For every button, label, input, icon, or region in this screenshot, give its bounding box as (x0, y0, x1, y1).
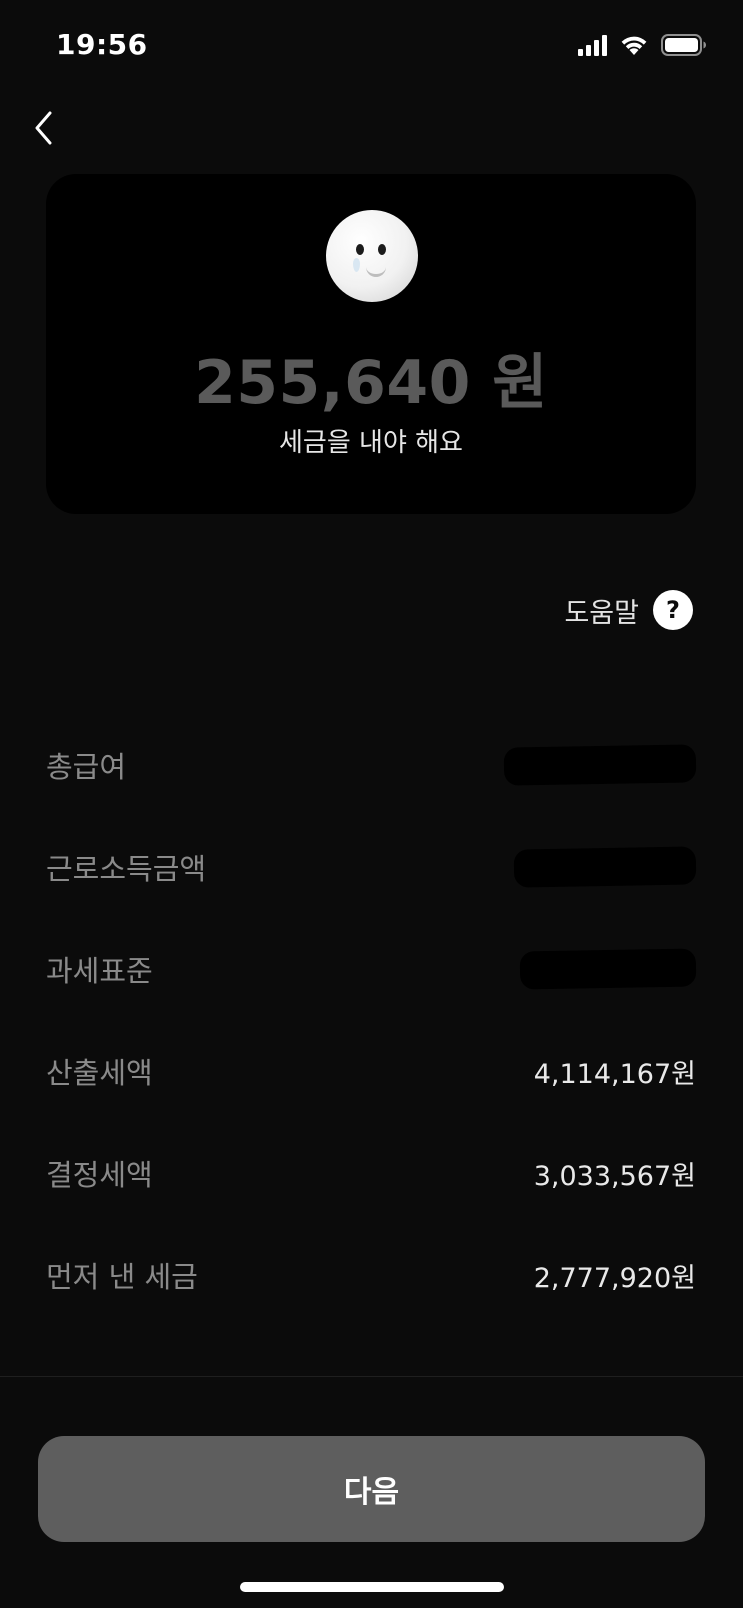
tax-summary-card: 255,640 원 세금을 내야 해요 (46, 174, 696, 514)
status-icons (578, 34, 707, 56)
row-calculated-tax: 산출세액 4,114,167원 (46, 1046, 696, 1096)
signal-icon (578, 34, 607, 56)
next-button[interactable]: 다음 (38, 1436, 705, 1542)
row-label: 결정세액 (46, 1158, 153, 1192)
redacted-value (513, 846, 697, 888)
redacted-value (503, 744, 697, 786)
row-tax-base: 과세표준 (46, 944, 697, 994)
row-value: 4,114,167원 (533, 1058, 696, 1090)
row-label: 근로소득금액 (46, 852, 207, 886)
wifi-icon (619, 34, 649, 56)
battery-icon (661, 34, 707, 56)
help-label: 도움말 (564, 597, 639, 629)
row-label: 산출세액 (46, 1056, 153, 1090)
row-value: 2,777,920원 (533, 1262, 696, 1294)
face-icon (326, 210, 418, 302)
row-value: 3,033,567원 (533, 1160, 696, 1192)
question-icon: ? (653, 590, 693, 630)
row-earned-income: 근로소득금액 (46, 842, 697, 892)
home-indicator[interactable] (240, 1582, 504, 1592)
row-prepaid-tax: 먼저 낸 세금 2,777,920원 (46, 1250, 696, 1300)
tax-subtitle: 세금을 내야 해요 (279, 428, 463, 458)
redacted-value (519, 948, 697, 990)
row-label: 과세표준 (46, 954, 153, 988)
row-label: 먼저 낸 세금 (46, 1260, 198, 1294)
chevron-left-icon (35, 111, 52, 145)
row-label: 총급여 (46, 750, 127, 784)
divider (0, 1376, 743, 1377)
status-bar: 19:56 (0, 0, 743, 96)
row-determined-tax: 결정세액 3,033,567원 (46, 1148, 696, 1198)
status-time: 19:56 (56, 28, 148, 61)
back-button[interactable] (24, 106, 64, 150)
tax-amount: 255,640 원 (194, 348, 548, 418)
help-link[interactable]: 도움말 ? (564, 590, 693, 630)
row-total-salary: 총급여 (46, 740, 697, 790)
